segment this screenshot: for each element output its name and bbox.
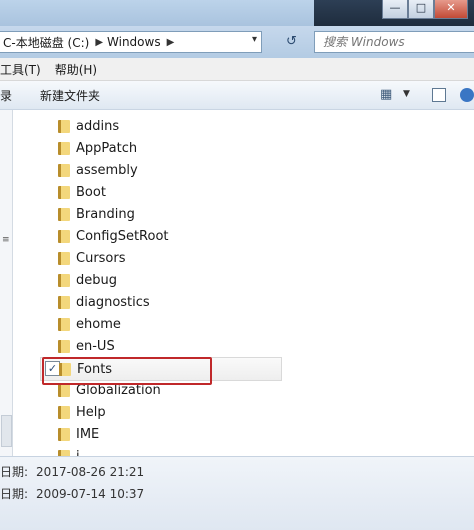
- maximize-button[interactable]: □: [408, 0, 434, 19]
- folder-name: addins: [76, 118, 120, 134]
- help-icon[interactable]: [460, 88, 474, 102]
- folder-name: AppPatch: [76, 140, 138, 156]
- details-created-label: 日期:: [0, 487, 29, 501]
- folder-item[interactable]: assembly: [40, 159, 280, 181]
- search-box[interactable]: [314, 31, 474, 53]
- address-row: C-本地磁盘 (C:) ▶ Windows ▶ ▾ ↺: [0, 26, 474, 58]
- folder-item[interactable]: diagnostics: [40, 291, 280, 313]
- details-modified: 日期: 2017-08-26 21:21: [0, 463, 144, 480]
- folder-item[interactable]: Boot: [40, 181, 280, 203]
- menu-bar: 工具(T) 帮助(H): [0, 58, 474, 81]
- details-pane: 日期: 2017-08-26 21:21 日期: 2009-07-14 10:37: [0, 456, 474, 530]
- folder-item[interactable]: Help: [40, 401, 280, 423]
- folder-item[interactable]: ConfigSetRoot: [40, 225, 280, 247]
- address-bar[interactable]: C-本地磁盘 (C:) ▶ Windows ▶ ▾: [0, 31, 262, 53]
- details-modified-value: 2017-08-26 21:21: [36, 465, 145, 479]
- new-folder-button[interactable]: 新建文件夹: [40, 87, 100, 104]
- folder-item[interactable]: ehome: [40, 313, 280, 335]
- address-dropdown-icon[interactable]: ▾: [252, 34, 257, 45]
- folder-item[interactable]: IME: [40, 423, 280, 445]
- folder-list: addins AppPatch assembly Boot Branding Config…: [12, 110, 474, 456]
- minimize-button[interactable]: —: [382, 0, 408, 19]
- folder-name: assembly: [76, 162, 138, 178]
- menu-help[interactable]: 帮助(H): [55, 61, 97, 78]
- title-bar: — □ ✕: [0, 0, 474, 26]
- details-modified-label: 日期:: [0, 465, 29, 479]
- folder-item[interactable]: i...: [40, 445, 280, 456]
- preview-pane-icon[interactable]: [432, 88, 446, 102]
- folder-item[interactable]: Cursors: [40, 247, 280, 269]
- folder-name: Help: [76, 404, 106, 420]
- folder-item[interactable]: addins: [40, 115, 280, 137]
- toolbar-record-button[interactable]: 录: [0, 87, 12, 104]
- view-dropdown-icon[interactable]: ▼: [403, 89, 410, 99]
- folder-icon: [58, 141, 70, 155]
- folder-icon: [58, 163, 70, 177]
- folder-name: Cursors: [76, 250, 126, 266]
- folder-icon: [58, 207, 70, 221]
- folder-name: Fonts: [77, 361, 113, 377]
- folder-icon: [58, 119, 70, 133]
- folder-icon: [58, 383, 70, 397]
- folder-item[interactable]: en-US: [40, 335, 280, 357]
- folder-name: IME: [76, 426, 100, 442]
- breadcrumb-separator-icon[interactable]: ▶: [95, 37, 103, 48]
- menu-tools[interactable]: 工具(T): [0, 61, 41, 78]
- breadcrumb-drive[interactable]: C-本地磁盘 (C:): [3, 34, 89, 51]
- folder-icon: [58, 317, 70, 331]
- folder-name: ehome: [76, 316, 121, 332]
- scrollbar-thumb[interactable]: [1, 415, 12, 447]
- folder-item[interactable]: debug: [40, 269, 280, 291]
- breadcrumb-folder[interactable]: Windows: [107, 35, 161, 49]
- window-controls: — □ ✕: [382, 0, 468, 19]
- folder-icon: [58, 295, 70, 309]
- folder-name: en-US: [76, 338, 115, 354]
- folder-name: Globalization: [76, 382, 161, 398]
- search-input[interactable]: [321, 32, 445, 52]
- folder-icon: [58, 427, 70, 441]
- folder-name: ConfigSetRoot: [76, 228, 169, 244]
- folder-item[interactable]: Branding: [40, 203, 280, 225]
- folder-name: diagnostics: [76, 294, 150, 310]
- splitter-grip-icon[interactable]: ≡: [2, 235, 10, 245]
- details-created: 日期: 2009-07-14 10:37: [0, 485, 144, 502]
- breadcrumb-separator-icon[interactable]: ▶: [167, 37, 175, 48]
- folder-icon: [58, 229, 70, 243]
- folder-item[interactable]: Globalization: [40, 379, 280, 401]
- folder-item[interactable]: AppPatch: [40, 137, 280, 159]
- folder-name: i...: [76, 448, 93, 457]
- refresh-icon[interactable]: ↺: [286, 34, 297, 49]
- folder-item-selected[interactable]: ✓ Fonts: [40, 357, 282, 381]
- toolbar: 录 新建文件夹 ▦ ▼: [0, 81, 474, 110]
- checkbox[interactable]: ✓: [45, 361, 60, 376]
- view-options-icon[interactable]: ▦: [380, 87, 392, 102]
- folder-icon: [58, 339, 70, 353]
- folder-icon: [58, 185, 70, 199]
- folder-icon: [59, 362, 71, 376]
- close-button[interactable]: ✕: [434, 0, 468, 19]
- folder-name: debug: [76, 272, 117, 288]
- folder-icon: [58, 251, 70, 265]
- folder-name: Boot: [76, 184, 106, 200]
- details-created-value: 2009-07-14 10:37: [36, 487, 145, 501]
- folder-icon: [58, 273, 70, 287]
- folder-name: Branding: [76, 206, 135, 222]
- folder-icon: [58, 405, 70, 419]
